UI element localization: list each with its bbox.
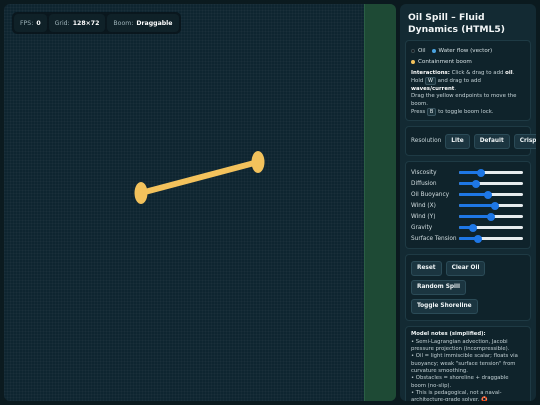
slider-thumb[interactable]	[491, 201, 500, 210]
legend-row-top: Oil Water flow (vector)	[411, 45, 525, 56]
slider-track[interactable]	[459, 168, 523, 177]
containment-boom[interactable]	[4, 4, 396, 401]
sliders-card: Viscosity Diffusion Oil Buoyancy Wind (X) Wi…	[405, 161, 531, 250]
slider-thumb[interactable]	[472, 179, 481, 188]
reset-button[interactable]: Reset	[411, 261, 442, 277]
slider-row: Viscosity	[411, 167, 525, 178]
oil-swatch	[411, 48, 415, 53]
slider-fill	[459, 204, 496, 208]
slider-row: Oil Buoyancy	[411, 189, 525, 200]
interactions-text-7: to toggle boom lock.	[438, 109, 494, 116]
resolution-row: Resolution Lite Default Crisp	[411, 131, 536, 151]
slider-row: Wind (X)	[411, 200, 525, 211]
fps-stat: FPS: 0	[14, 14, 47, 32]
boom-endpoint-right[interactable]	[251, 151, 265, 173]
fps-value: 0	[36, 19, 41, 27]
clear-oil-button[interactable]: Clear Oil	[445, 261, 486, 277]
legend-row-boom: Containment boom	[411, 56, 525, 67]
resolution-lite-button[interactable]: Lite	[445, 133, 470, 149]
action-buttons: Reset Clear Oil Random Spill Toggle Shor…	[411, 259, 525, 316]
simulation-canvas[interactable]: FPS: 0 Grid: 128×72 Boom: Draggable	[4, 4, 396, 401]
slider-thumb[interactable]	[474, 234, 483, 243]
slider-row: Gravity	[411, 222, 525, 233]
resolution-default-button[interactable]: Default	[473, 133, 510, 149]
interactions-text-5: Drag the yellow endpoints to move the bo…	[411, 93, 517, 107]
interactions-help: Interactions: Click & drag to add oil. H…	[411, 70, 525, 117]
model-note: • Obstacles = shoreline + draggable boom…	[411, 375, 509, 389]
slider-thumb[interactable]	[484, 190, 493, 199]
boom-stat: Boom: Draggable	[107, 14, 179, 32]
slider-row: Diffusion	[411, 178, 525, 189]
key-w: W	[425, 77, 436, 86]
boom-endpoint-left[interactable]	[134, 182, 148, 204]
slider-row: Wind (Y)	[411, 211, 525, 222]
interactions-text-1: Click & drag to add	[451, 70, 504, 76]
slider-label: Surface Tension	[411, 235, 457, 242]
panel-title: Oil Spill – Fluid Dynamics (HTML5)	[408, 12, 505, 35]
boom-value: Draggable	[136, 19, 173, 27]
slider-track[interactable]	[459, 212, 523, 221]
slider-thumb[interactable]	[469, 223, 478, 232]
slider-label: Oil Buoyancy	[411, 191, 450, 198]
slider-label: Viscosity	[411, 169, 437, 176]
slider-label: Gravity	[411, 224, 433, 231]
grid-value: 128×72	[72, 19, 100, 27]
slider-thumb[interactable]	[487, 212, 495, 221]
boom-swatch	[411, 59, 415, 64]
interactions-text-3: and drag to add	[437, 78, 481, 85]
fps-label: FPS:	[20, 19, 34, 27]
resolution-label: Resolution	[411, 138, 442, 145]
slider-thumb[interactable]	[477, 168, 486, 177]
model-notes-heading: Model notes (simplified):	[411, 331, 486, 338]
slider-track[interactable]	[459, 190, 523, 199]
actions-card: Reset Clear Oil Random Spill Toggle Shor…	[405, 254, 531, 322]
boom-label: Boom:	[113, 19, 134, 27]
key-b: B	[426, 108, 437, 117]
legend-card: Oil Water flow (vector) Containment boom…	[405, 40, 531, 122]
interactions-text-4: .	[454, 85, 457, 92]
toggle-shoreline-button[interactable]: Toggle Shoreline	[411, 299, 478, 315]
legend-water: Water flow (vector)	[438, 47, 493, 54]
interactions-waves: waves/current	[411, 85, 455, 92]
legend-boom: Containment boom	[418, 58, 472, 65]
model-note: • This is pedagogical, not a naval-archi…	[411, 389, 502, 401]
control-panel: Oil Spill – Fluid Dynamics (HTML5) Oil W…	[400, 4, 536, 401]
slider-list: Viscosity Diffusion Oil Buoyancy Wind (X) Wi…	[411, 167, 525, 244]
resolution-card: Resolution Lite Default Crisp	[405, 126, 536, 157]
random-spill-button[interactable]: Random Spill	[411, 280, 466, 296]
slider-label: Wind (X)	[411, 202, 436, 209]
model-note: • Semi-Lagrangian advection, Jacobi pres…	[411, 338, 510, 353]
slider-row: Surface Tension	[411, 233, 525, 244]
boom-line[interactable]	[138, 159, 261, 196]
interactions-oil: oil	[505, 70, 513, 76]
legend-oil: Oil	[418, 47, 426, 54]
slider-track[interactable]	[459, 179, 523, 188]
slider-track[interactable]	[459, 234, 523, 243]
grid-label: Grid:	[54, 19, 70, 27]
stats-bar: FPS: 0 Grid: 128×72 Boom: Draggable	[12, 12, 181, 34]
slider-track[interactable]	[459, 223, 523, 232]
slider-label: Diffusion	[411, 180, 437, 187]
slider-track[interactable]	[459, 201, 523, 210]
slider-label: Wind (Y)	[411, 213, 436, 220]
water-swatch	[431, 48, 436, 53]
model-note: • Oil = light immiscible scalar; floats …	[411, 353, 518, 374]
grid-stat: Grid: 128×72	[48, 14, 106, 32]
interactions-text-6: Press	[411, 109, 426, 116]
resolution-crisp-button[interactable]: Crisp	[513, 133, 536, 149]
model-notes-card: Model notes (simplified): • Semi-Lagrang…	[405, 326, 531, 401]
interactions-label: Interactions:	[411, 70, 450, 76]
